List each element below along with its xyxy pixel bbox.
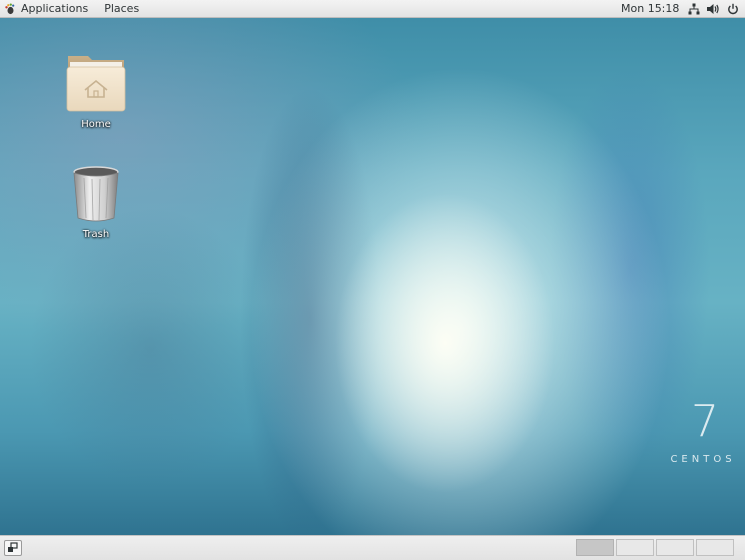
system-tray[interactable] [688,1,739,17]
show-desktop-button[interactable] [4,540,22,556]
desktop[interactable]: Home Trash 7 CENTOS [0,18,745,535]
workspace-switcher[interactable] [576,539,734,556]
home-folder-icon [66,56,126,112]
workspace-3[interactable] [656,539,694,556]
desktop-icon-trash[interactable]: Trash [56,166,136,240]
desktop-icon-home-label: Home [81,119,111,130]
workspace-2[interactable] [616,539,654,556]
top-panel: Applications Places Mon 15:18 [0,0,745,18]
workspace-4[interactable] [696,539,734,556]
bottom-panel [0,535,745,560]
window-list-icon [8,542,18,552]
clock[interactable]: Mon 15:18 [621,0,679,18]
volume-icon[interactable] [707,3,720,15]
centos-wordmark: CENTOS [670,454,736,465]
centos-version-number: 7 [691,396,719,447]
desktop-icon-trash-label: Trash [82,229,110,240]
places-menu[interactable]: Places [104,2,139,15]
workspace-1[interactable] [576,539,614,556]
applications-menu-label: Applications [21,2,89,15]
gnome-foot-icon [4,3,16,15]
trash-icon [73,166,119,222]
power-icon[interactable] [727,3,739,15]
desktop-icon-home[interactable]: Home [56,52,136,130]
centos-logo: 7 CENTOS [666,396,740,466]
applications-menu[interactable]: Applications [4,2,88,15]
network-icon[interactable] [688,3,700,15]
